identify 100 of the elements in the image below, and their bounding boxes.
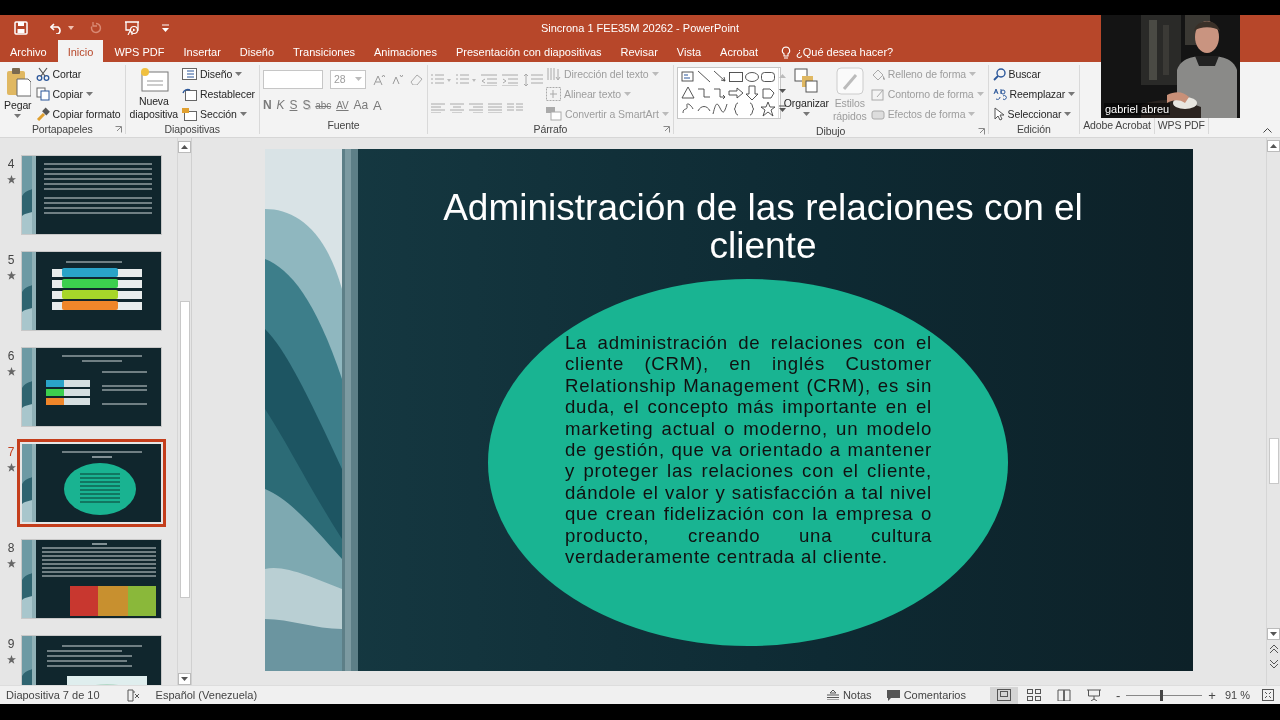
ribbon-tab[interactable]: Animaciones: [366, 42, 445, 62]
ribbon-tab[interactable]: WPS PDF: [106, 42, 173, 62]
fit-slide-icon[interactable]: [1262, 689, 1274, 701]
zoom-level[interactable]: 91 %: [1224, 689, 1250, 701]
ribbon-button[interactable]: Copiar: [34, 85, 122, 103]
next-slide-icon[interactable]: [1267, 659, 1280, 669]
ribbon-tab[interactable]: Archivo: [2, 42, 55, 62]
font-size-field[interactable]: 28: [330, 69, 367, 89]
ribbon-tab[interactable]: Presentación con diapositivas: [448, 42, 610, 62]
format-button[interactable]: Aa: [353, 98, 369, 112]
paste-button[interactable]: Pegar: [3, 65, 33, 120]
caret-icon[interactable]: [68, 25, 74, 30]
ribbon-button[interactable]: Buscar: [991, 65, 1077, 83]
ribbon-tab[interactable]: Revisar: [612, 42, 666, 62]
group-label: Adobe Acrobat: [1083, 119, 1151, 131]
slide-thumbnail[interactable]: [22, 156, 161, 234]
triangle-icon[interactable]: [679, 85, 696, 101]
comments-button[interactable]: Comentarios: [886, 689, 966, 701]
elbow-arrow-icon[interactable]: [711, 85, 728, 101]
down-arrow-icon[interactable]: [743, 85, 760, 101]
dialog-launcher-icon[interactable]: [114, 126, 122, 133]
slide-thumbnail[interactable]: [22, 540, 161, 618]
new-slide-button[interactable]: Nueva diapositiva: [128, 65, 180, 123]
scrollbar-thumb[interactable]: [1269, 438, 1279, 484]
search-icon: [992, 67, 1006, 81]
ribbon-button[interactable]: Seleccionar: [991, 105, 1077, 123]
caret-icon: [969, 72, 977, 76]
scroll-down-icon[interactable]: [1267, 628, 1280, 640]
curve-icon[interactable]: [711, 101, 728, 117]
align-text-icon: [546, 87, 562, 101]
line-icon[interactable]: [695, 69, 712, 85]
caret-icon: [355, 77, 363, 81]
oval-icon[interactable]: [743, 69, 760, 85]
ribbon-button[interactable]: Reemplazar: [991, 85, 1077, 103]
caret-icon: [968, 112, 976, 116]
previous-slide-icon[interactable]: [1267, 644, 1280, 654]
ribbon-button[interactable]: Sección: [181, 105, 257, 123]
star-icon: [6, 655, 16, 664]
arrow-icon[interactable]: [711, 69, 728, 85]
copy-icon: [35, 87, 50, 101]
ribbon-tab[interactable]: Transiciones: [285, 42, 363, 62]
zoom-out-button[interactable]: -: [1116, 687, 1121, 703]
format-button[interactable]: S: [302, 98, 311, 112]
rectangle-icon[interactable]: [727, 69, 744, 85]
ribbon-tab[interactable]: Diseño: [231, 42, 283, 62]
replace-icon: [992, 87, 1007, 101]
lightbulb-icon: [781, 45, 791, 59]
group-label: Portapapeles: [31, 123, 93, 135]
collapse-ribbon-icon[interactable]: [1263, 128, 1272, 133]
scroll-up-icon[interactable]: [1267, 140, 1280, 152]
zoom-in-button[interactable]: +: [1208, 687, 1216, 703]
group-label: WPS PDF: [1157, 119, 1205, 131]
format-button[interactable]: S: [289, 98, 298, 112]
slide-thumbnail[interactable]: [17, 439, 166, 527]
ribbon-tab[interactable]: Insertar: [175, 42, 229, 62]
caret-icon: [1064, 112, 1072, 116]
outline-icon: [870, 87, 885, 101]
format-button[interactable]: A: [373, 97, 382, 113]
rounded-rectangle-icon[interactable]: [759, 69, 776, 85]
scroll-down-icon[interactable]: [778, 89, 786, 94]
scroll-up-icon[interactable]: [178, 141, 192, 153]
comment-icon: [886, 689, 900, 701]
slideshow-icon[interactable]: [124, 20, 140, 35]
ribbon-button[interactable]: Cortar: [34, 65, 122, 83]
ribbon-tab[interactable]: Inicio: [57, 40, 104, 62]
ribbon-button[interactable]: Copiar formato: [34, 105, 122, 123]
undo-icon[interactable]: [50, 21, 64, 34]
slide-sorter-icon: [1027, 689, 1041, 701]
ribbon-tab[interactable]: Vista: [668, 42, 710, 62]
slide-counter: Diapositiva 7 de 10: [6, 689, 100, 701]
ribbon-button[interactable]: Restablecer: [181, 85, 257, 103]
font-name-field[interactable]: [263, 69, 324, 89]
ribbon-button[interactable]: Diseño: [181, 65, 257, 83]
format-button[interactable]: AV: [336, 99, 349, 111]
ribbon-tab[interactable]: Acrobat: [712, 42, 766, 62]
language-label[interactable]: Español (Venezuela): [155, 689, 258, 701]
star-icon[interactable]: [759, 101, 776, 117]
slide-thumbnail[interactable]: [22, 252, 161, 330]
scrollbar-thumb[interactable]: [180, 301, 190, 598]
save-icon[interactable]: [14, 20, 28, 35]
dialog-launcher-icon[interactable]: [977, 128, 985, 135]
tell-me-field[interactable]: ¿Qué desea hacer?: [796, 46, 894, 58]
format-painter-icon: [35, 107, 50, 121]
group-label: Párrafo: [533, 123, 568, 135]
format-button[interactable]: N: [263, 98, 272, 112]
arrange-icon: [793, 67, 820, 95]
arrange-button[interactable]: Organizar: [782, 65, 830, 118]
notes-button[interactable]: Notas: [826, 689, 872, 701]
right-arrow-icon[interactable]: [727, 85, 744, 101]
format-button[interactable]: K: [276, 98, 285, 112]
more-icon[interactable]: [778, 105, 786, 113]
callout-icon[interactable]: [759, 85, 776, 101]
dialog-launcher-icon[interactable]: [662, 126, 670, 133]
slide-thumbnail[interactable]: [22, 348, 161, 426]
scroll-down-icon[interactable]: [178, 673, 192, 685]
customize-icon[interactable]: [162, 23, 169, 32]
view-button[interactable]: [990, 686, 1018, 704]
fill-icon: [870, 67, 885, 81]
format-button[interactable]: abc: [315, 99, 332, 111]
spelling-icon[interactable]: [126, 688, 141, 702]
